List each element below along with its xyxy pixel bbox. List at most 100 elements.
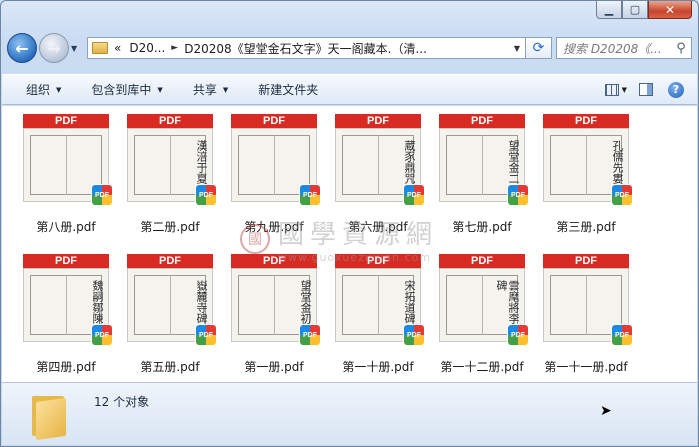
search-placeholder: 搜索 D20208《... <box>563 41 662 56</box>
file-item[interactable]: PDF 孔儒先婁壽碑 PDF 第三册.pdf <box>536 114 636 235</box>
recent-pages-dropdown[interactable]: ▼ <box>71 44 83 53</box>
pdf-label: PDF <box>127 254 213 268</box>
address-bar[interactable]: « D20... ► D20208《望堂金石文字》天一阁藏本.（清... ▼ <box>87 37 526 59</box>
file-item[interactable]: PDF PDF 第一十一册.pdf <box>536 254 636 375</box>
include-library-label: 包含到库中 <box>91 83 152 97</box>
pdf-thumbnail: PDF PDF <box>23 114 113 216</box>
change-view-button[interactable]: ▼ <box>605 80 627 100</box>
explorer-window: ▁ ▢ ✕ ← → ▼ « D20... ► D20208《望堂金石文字》天一阁… <box>0 0 699 447</box>
file-name: 第四册.pdf <box>36 360 96 374</box>
refresh-button[interactable]: ⟳ <box>526 37 552 59</box>
caption-buttons: ▁ ▢ ✕ <box>596 1 692 19</box>
pdf-label: PDF <box>23 114 109 128</box>
file-item[interactable]: PDF 漢涪于夏承碑 PDF 第二册.pdf <box>120 114 220 235</box>
new-folder-label: 新建文件夹 <box>258 83 319 97</box>
pdf-thumbnail: PDF PDF <box>231 114 321 216</box>
pdf-label: PDF <box>335 254 421 268</box>
close-button[interactable]: ✕ <box>648 1 692 19</box>
pdf-app-icon: PDF <box>403 184 425 206</box>
maximize-button[interactable]: ▢ <box>622 1 648 19</box>
arrow-left-icon: ← <box>15 38 29 58</box>
view-icon <box>605 83 619 96</box>
pdf-label: PDF <box>439 114 525 128</box>
folder-icon <box>32 392 68 441</box>
pdf-app-icon: PDF <box>91 184 113 206</box>
share-label: 共享 <box>192 83 217 97</box>
include-in-library-menu[interactable]: 包含到库中 ▼ <box>91 81 162 98</box>
file-item[interactable]: PDF 嶽麓寺碑 PDF 第五册.pdf <box>120 254 220 375</box>
breadcrumb-current[interactable]: D20208《望堂金石文字》天一阁藏本.（清... <box>184 40 427 57</box>
file-item[interactable]: PDF 魏嗣鄒陳 PDF 第四册.pdf <box>16 254 116 375</box>
preview-pane-icon <box>639 83 653 96</box>
pdf-thumbnail: PDF 宋拓道碑師 PDF <box>335 254 425 356</box>
breadcrumb-separator-icon[interactable]: ► <box>171 43 178 53</box>
pdf-app-icon: PDF <box>403 324 425 346</box>
file-name: 第八册.pdf <box>36 220 96 234</box>
file-item[interactable]: PDF 望堂金二集 PDF 第七册.pdf <box>432 114 532 235</box>
help-button[interactable]: ? <box>665 80 687 100</box>
pdf-app-icon: PDF <box>299 184 321 206</box>
pdf-app-icon: PDF <box>195 184 217 206</box>
pdf-thumbnail: PDF 蔵豕鼎咒鏊婢 PDF <box>335 114 425 216</box>
folder-icon <box>92 42 108 54</box>
pdf-label: PDF <box>543 114 629 128</box>
file-name: 第一册.pdf <box>244 360 304 374</box>
file-grid: PDF PDF 第八册.pdf PDF 漢涪于夏承碑 PDF 第二册.pdf PDF PDF 第九… <box>16 114 640 375</box>
organize-label: 组织 <box>26 83 51 97</box>
breadcrumb-parent[interactable]: D20... <box>129 41 165 55</box>
refresh-icon: ⟳ <box>532 40 545 56</box>
chevron-down-icon: ▼ <box>621 85 627 94</box>
file-name: 第五册.pdf <box>140 360 200 374</box>
pdf-app-icon: PDF <box>611 324 633 346</box>
help-icon: ? <box>668 81 684 98</box>
pdf-label: PDF <box>543 254 629 268</box>
toolbar-right: ▼ ? <box>597 80 687 100</box>
file-list[interactable]: PDF PDF 第八册.pdf PDF 漢涪于夏承碑 PDF 第二册.pdf PDF PDF 第九… <box>2 106 697 382</box>
details-pane: 12 个对象 ➤ <box>2 382 697 445</box>
organize-menu[interactable]: 组织 ▼ <box>26 81 61 98</box>
pdf-thumbnail: PDF PDF <box>543 254 633 356</box>
file-name: 第一十册.pdf <box>342 360 414 374</box>
file-item[interactable]: PDF 宋拓道碑師 PDF 第一十册.pdf <box>328 254 428 375</box>
file-item[interactable]: PDF 望堂金初集 PDF 第一册.pdf <box>224 254 324 375</box>
minimize-button[interactable]: ▁ <box>596 1 622 19</box>
pdf-thumbnail: PDF 魏嗣鄒陳 PDF <box>23 254 113 356</box>
share-menu[interactable]: 共享 ▼ <box>193 81 228 98</box>
pdf-label: PDF <box>231 114 317 128</box>
chevron-down-icon: ▼ <box>56 85 62 94</box>
new-folder-button[interactable]: 新建文件夹 <box>258 81 318 98</box>
file-name: 第九册.pdf <box>244 220 304 234</box>
back-button[interactable]: ← <box>7 33 37 63</box>
file-item[interactable]: PDF 雲麾將李思訓碑 PDF 第一十二册.pdf <box>432 254 532 375</box>
chevron-down-icon: ▼ <box>157 85 163 94</box>
pdf-thumbnail: PDF 望堂金二集 PDF <box>439 114 529 216</box>
arrow-right-icon: → <box>47 38 61 58</box>
page-text: 魏嗣鄒陳 <box>91 280 104 324</box>
address-dropdown-icon[interactable]: ▼ <box>509 44 525 53</box>
search-icon[interactable]: ⚲ <box>671 41 691 56</box>
navigation-bar: ← → ▼ « D20... ► D20208《望堂金石文字》天一阁藏本.（清.… <box>7 32 692 64</box>
pdf-label: PDF <box>231 254 317 268</box>
file-name: 第三册.pdf <box>556 220 616 234</box>
file-name: 第一十二册.pdf <box>440 360 524 374</box>
address-overflow-chevron[interactable]: « <box>114 41 121 55</box>
pdf-label: PDF <box>23 254 109 268</box>
file-item[interactable]: PDF PDF 第九册.pdf <box>224 114 324 235</box>
forward-button[interactable]: → <box>39 33 69 63</box>
command-bar: 组织 ▼ 包含到库中 ▼ 共享 ▼ 新建文件夹 ▼ ? <box>2 74 697 105</box>
search-input[interactable]: 搜索 D20208《... ⚲ <box>556 37 692 59</box>
pdf-app-icon: PDF <box>611 184 633 206</box>
file-name: 第六册.pdf <box>348 220 408 234</box>
page-text: 嶽麓寺碑 <box>195 280 208 324</box>
file-name: 第七册.pdf <box>452 220 512 234</box>
pdf-thumbnail: PDF 望堂金初集 PDF <box>231 254 321 356</box>
file-item[interactable]: PDF 蔵豕鼎咒鏊婢 PDF 第六册.pdf <box>328 114 428 235</box>
pdf-app-icon: PDF <box>507 184 529 206</box>
pdf-app-icon: PDF <box>195 324 217 346</box>
preview-pane-button[interactable] <box>635 80 657 100</box>
pdf-label: PDF <box>335 114 421 128</box>
pdf-app-icon: PDF <box>91 324 113 346</box>
file-name: 第二册.pdf <box>140 220 200 234</box>
pdf-thumbnail: PDF 嶽麓寺碑 PDF <box>127 254 217 356</box>
file-item[interactable]: PDF PDF 第八册.pdf <box>16 114 116 235</box>
